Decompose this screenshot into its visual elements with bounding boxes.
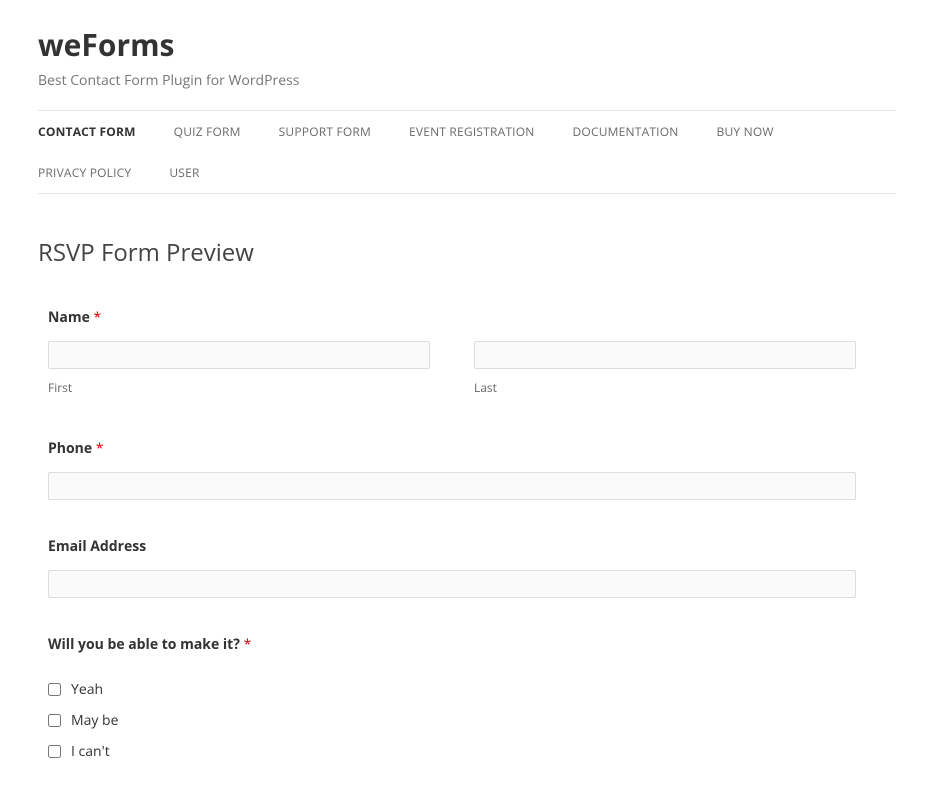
required-mark: * (94, 308, 102, 327)
attend-checkbox-icant[interactable] (48, 745, 61, 758)
first-name-sublabel: First (48, 379, 430, 396)
name-label: Name * (48, 308, 101, 327)
field-attend: Will you be able to make it? * Yeah May … (48, 632, 856, 761)
required-mark: * (244, 635, 252, 654)
nav-quiz-form[interactable]: QUIZ FORM (174, 111, 241, 152)
attend-checkbox-yeah[interactable] (48, 683, 61, 696)
site-title: weForms (38, 24, 896, 65)
main-nav: CONTACT FORM QUIZ FORM SUPPORT FORM EVEN… (38, 110, 896, 194)
page-title: RSVP Form Preview (38, 236, 896, 269)
attend-checkbox-maybe[interactable] (48, 714, 61, 727)
email-label: Email Address (48, 537, 146, 556)
rsvp-form: Name * First Last Phone * Email Address … (38, 305, 896, 761)
nav-support-form[interactable]: SUPPORT FORM (279, 111, 371, 152)
nav-contact-form[interactable]: CONTACT FORM (38, 111, 136, 152)
attend-option-label: Yeah (71, 680, 103, 699)
first-name-input[interactable] (48, 341, 430, 369)
phone-input[interactable] (48, 472, 856, 500)
site-tagline: Best Contact Form Plugin for WordPress (38, 71, 896, 90)
attend-option-maybe[interactable]: May be (48, 711, 856, 730)
attend-label: Will you be able to make it? * (48, 635, 251, 654)
last-name-input[interactable] (474, 341, 856, 369)
attend-option-yeah[interactable]: Yeah (48, 680, 856, 699)
field-email: Email Address (48, 534, 856, 598)
attend-option-label: I can't (71, 742, 110, 761)
phone-label: Phone * (48, 439, 104, 458)
field-phone: Phone * (48, 436, 856, 500)
nav-privacy-policy[interactable]: PRIVACY POLICY (38, 152, 131, 193)
attend-option-label: May be (71, 711, 118, 730)
field-name: Name * First Last (48, 305, 856, 396)
required-mark: * (96, 439, 104, 458)
nav-event-registration[interactable]: EVENT REGISTRATION (409, 111, 535, 152)
attend-option-icant[interactable]: I can't (48, 742, 856, 761)
nav-user[interactable]: USER (169, 152, 199, 193)
email-input[interactable] (48, 570, 856, 598)
last-name-sublabel: Last (474, 379, 856, 396)
nav-documentation[interactable]: DOCUMENTATION (573, 111, 679, 152)
nav-buy-now[interactable]: BUY NOW (717, 111, 774, 152)
site-header: weForms Best Contact Form Plugin for Wor… (38, 24, 896, 90)
